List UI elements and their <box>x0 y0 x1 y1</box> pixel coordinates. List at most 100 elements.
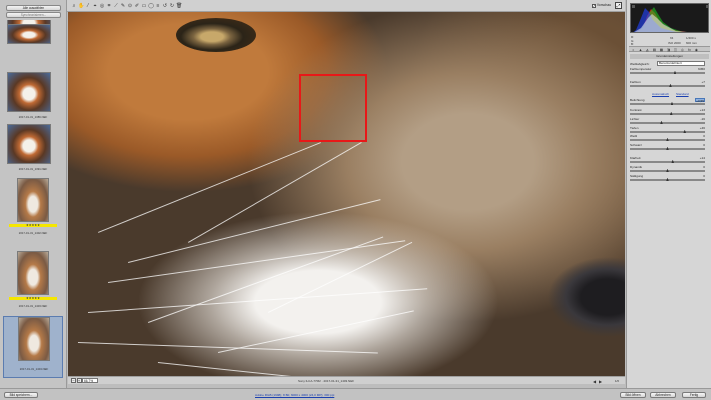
slider-track[interactable] <box>630 121 705 124</box>
panel-tabs: ◐ ▲ ◭ ▤ ▦ ◨ ◫ ◎ fx ◉ <box>629 46 710 52</box>
color-sampler-tool-icon[interactable]: ⌖ <box>92 3 98 9</box>
slider-label: Klarheit <box>630 156 641 160</box>
slider-kontrast: Kontrast +13 <box>630 108 709 116</box>
slider-belichtung: Belichtung +0,55 <box>630 97 709 106</box>
spot-removal-tool-icon[interactable]: ✎ <box>120 3 126 9</box>
fullscreen-icon[interactable]: ⤢ <box>615 2 622 9</box>
zoom-out-button[interactable]: − <box>71 378 76 383</box>
effects-tab-icon[interactable]: ◫ <box>673 48 678 53</box>
filmstrip-thumbnail[interactable]: ★★★★★ 2017-01-31_1402.NEF <box>3 178 63 240</box>
filmstrip-thumbnail[interactable]: 2017-01-31_1391.NEF <box>3 124 63 176</box>
trash-icon[interactable]: 🗑 <box>176 3 182 9</box>
prev-image-icon[interactable]: ◀ <box>592 379 597 384</box>
white-balance-select[interactable]: Benutzerdefiniert <box>657 61 705 66</box>
white-balance-label: Weißabgleich: <box>630 61 650 66</box>
rotate-right-icon[interactable]: ↻ <box>169 3 175 9</box>
red-eye-tool-icon[interactable]: ⊙ <box>127 3 133 9</box>
filmstrip-list[interactable]: 2017-01-31_1385.NEF2017-01-31_1386.NEF20… <box>0 20 66 384</box>
slider-track[interactable] <box>630 84 705 87</box>
adjustment-brush-icon[interactable]: ✐ <box>134 3 140 9</box>
done-button[interactable]: Fertig <box>682 391 706 398</box>
snapshots-tab-icon[interactable]: ◉ <box>694 48 699 53</box>
auto-button[interactable]: Automatisch <box>652 92 669 96</box>
iso-readout: ISO 2000 <box>668 41 681 45</box>
synchronize-button[interactable]: Synchronisieren... <box>6 12 61 18</box>
focal-length-readout: 600 mm <box>686 41 697 45</box>
save-image-button[interactable]: Bild speichern... <box>4 391 38 398</box>
slider-sättigung: Sättigung 0 <box>630 174 709 182</box>
slider-value-field[interactable]: 0 <box>695 143 705 147</box>
select-all-button[interactable]: Alle auswählen <box>6 5 61 11</box>
slider-label: Dynamik <box>630 165 643 169</box>
graduated-filter-icon[interactable]: ▭ <box>141 3 147 9</box>
section-title: Grundeinstellungen <box>630 54 709 59</box>
slider-track[interactable] <box>630 102 705 105</box>
slider-value-field[interactable]: +46 <box>695 126 705 130</box>
slider-value-field[interactable]: 6450 <box>695 67 705 71</box>
filmstrip-thumbnail[interactable]: ★★★★★ 2017-01-31_1403.NEF <box>3 251 63 313</box>
slider-track[interactable] <box>630 130 705 133</box>
highlight-marker-box <box>299 74 367 142</box>
filmstrip-thumbnail[interactable] <box>3 24 63 48</box>
preview-checkbox[interactable]: ✓Vorschau <box>591 3 611 8</box>
presets-tab-icon[interactable]: fx <box>687 48 692 53</box>
hand-tool-icon[interactable]: ✋ <box>78 3 84 9</box>
radial-filter-icon[interactable]: ◯ <box>148 3 154 9</box>
next-image-icon[interactable]: ▶ <box>598 379 603 384</box>
calibration-tab-icon[interactable]: ◎ <box>680 48 685 53</box>
cancel-button[interactable]: Abbrechen <box>650 391 676 398</box>
filmstrip-thumbnail[interactable]: 2017-01-31_1386.NEF <box>3 72 63 124</box>
preferences-icon[interactable]: ≡ <box>155 3 161 9</box>
rating-stars[interactable]: ★★★★★ <box>9 297 57 300</box>
whisker-stroke <box>77 342 378 354</box>
slider-track[interactable] <box>630 160 705 163</box>
workflow-options-link[interactable]: Adobe RGB (1998); 8 Bit; 6000 x 4000 (24… <box>255 393 334 397</box>
slider-value-field[interactable]: -16 <box>695 117 705 121</box>
slider-tiefen: Tiefen +46 <box>630 126 709 134</box>
open-image-button[interactable]: Bild öffnen <box>620 391 646 398</box>
crop-tool-icon[interactable]: ⌗ <box>106 3 112 9</box>
white-balance-row: Weißabgleich: Benutzerdefiniert <box>630 61 709 66</box>
split-toning-tab-icon[interactable]: ▦ <box>659 48 664 53</box>
thumbnail-caption: 2017-01-31_1391.NEF <box>18 167 48 171</box>
slider-value-field[interactable]: 0 <box>695 174 705 178</box>
thumbnail-image <box>7 72 51 112</box>
shutter-readout: 1/400 s <box>686 36 696 40</box>
zoom-tool-icon[interactable]: ⌕ <box>71 3 77 9</box>
bottom-bar: Bild speichern... Adobe RGB (1998); 8 Bi… <box>0 388 711 400</box>
tone-curve-tab-icon[interactable]: ▲ <box>638 48 643 53</box>
rotate-left-icon[interactable]: ↺ <box>162 3 168 9</box>
slider-lichter: Lichter -16 <box>630 117 709 125</box>
image-preview-canvas[interactable] <box>68 12 625 376</box>
default-button[interactable]: Standard <box>676 92 689 96</box>
slider-value-field[interactable]: +0,55 <box>695 97 705 103</box>
slider-value-field[interactable]: +14 <box>695 156 705 160</box>
target-adjust-tool-icon[interactable]: ◎ <box>99 3 105 9</box>
slider-track[interactable] <box>630 112 705 115</box>
hsl-tab-icon[interactable]: ▤ <box>652 48 657 53</box>
checkbox-check-icon: ✓ <box>591 4 596 8</box>
whisker-stroke <box>188 142 362 243</box>
slider-label: Tiefen <box>630 126 639 130</box>
slider-value-field[interactable]: +13 <box>695 108 705 112</box>
white-balance-tool-icon[interactable]: ⁄ <box>85 3 91 9</box>
image-count: 1/6 <box>614 379 619 383</box>
slider-track[interactable] <box>630 71 705 74</box>
whisker-stroke <box>108 240 406 283</box>
thumbnail-image <box>17 178 49 222</box>
detail-tab-icon[interactable]: ◭ <box>645 48 650 53</box>
filmstrip-thumbnail[interactable]: 2017-01-31_1404.NEF <box>3 316 63 378</box>
zoom-level-select[interactable]: 66,7% <box>82 378 98 383</box>
rating-stars[interactable]: ★★★★★ <box>9 224 57 227</box>
slider-dynamik: Dynamik 0 <box>630 165 709 173</box>
slider-value-field[interactable]: +7 <box>695 80 705 84</box>
slider-label: Sättigung <box>630 174 644 178</box>
lens-tab-icon[interactable]: ◨ <box>666 48 671 53</box>
slider-value-field[interactable]: 0 <box>695 165 705 169</box>
slider-value-field[interactable]: 0 <box>695 134 705 138</box>
whisker-stroke <box>218 310 414 353</box>
slider-klarheit: Klarheit +14 <box>630 156 709 164</box>
straighten-tool-icon[interactable]: ⟋ <box>113 3 119 9</box>
zoom-in-button[interactable]: + <box>76 378 82 383</box>
basic-tab-icon[interactable]: ◐ <box>631 48 636 53</box>
